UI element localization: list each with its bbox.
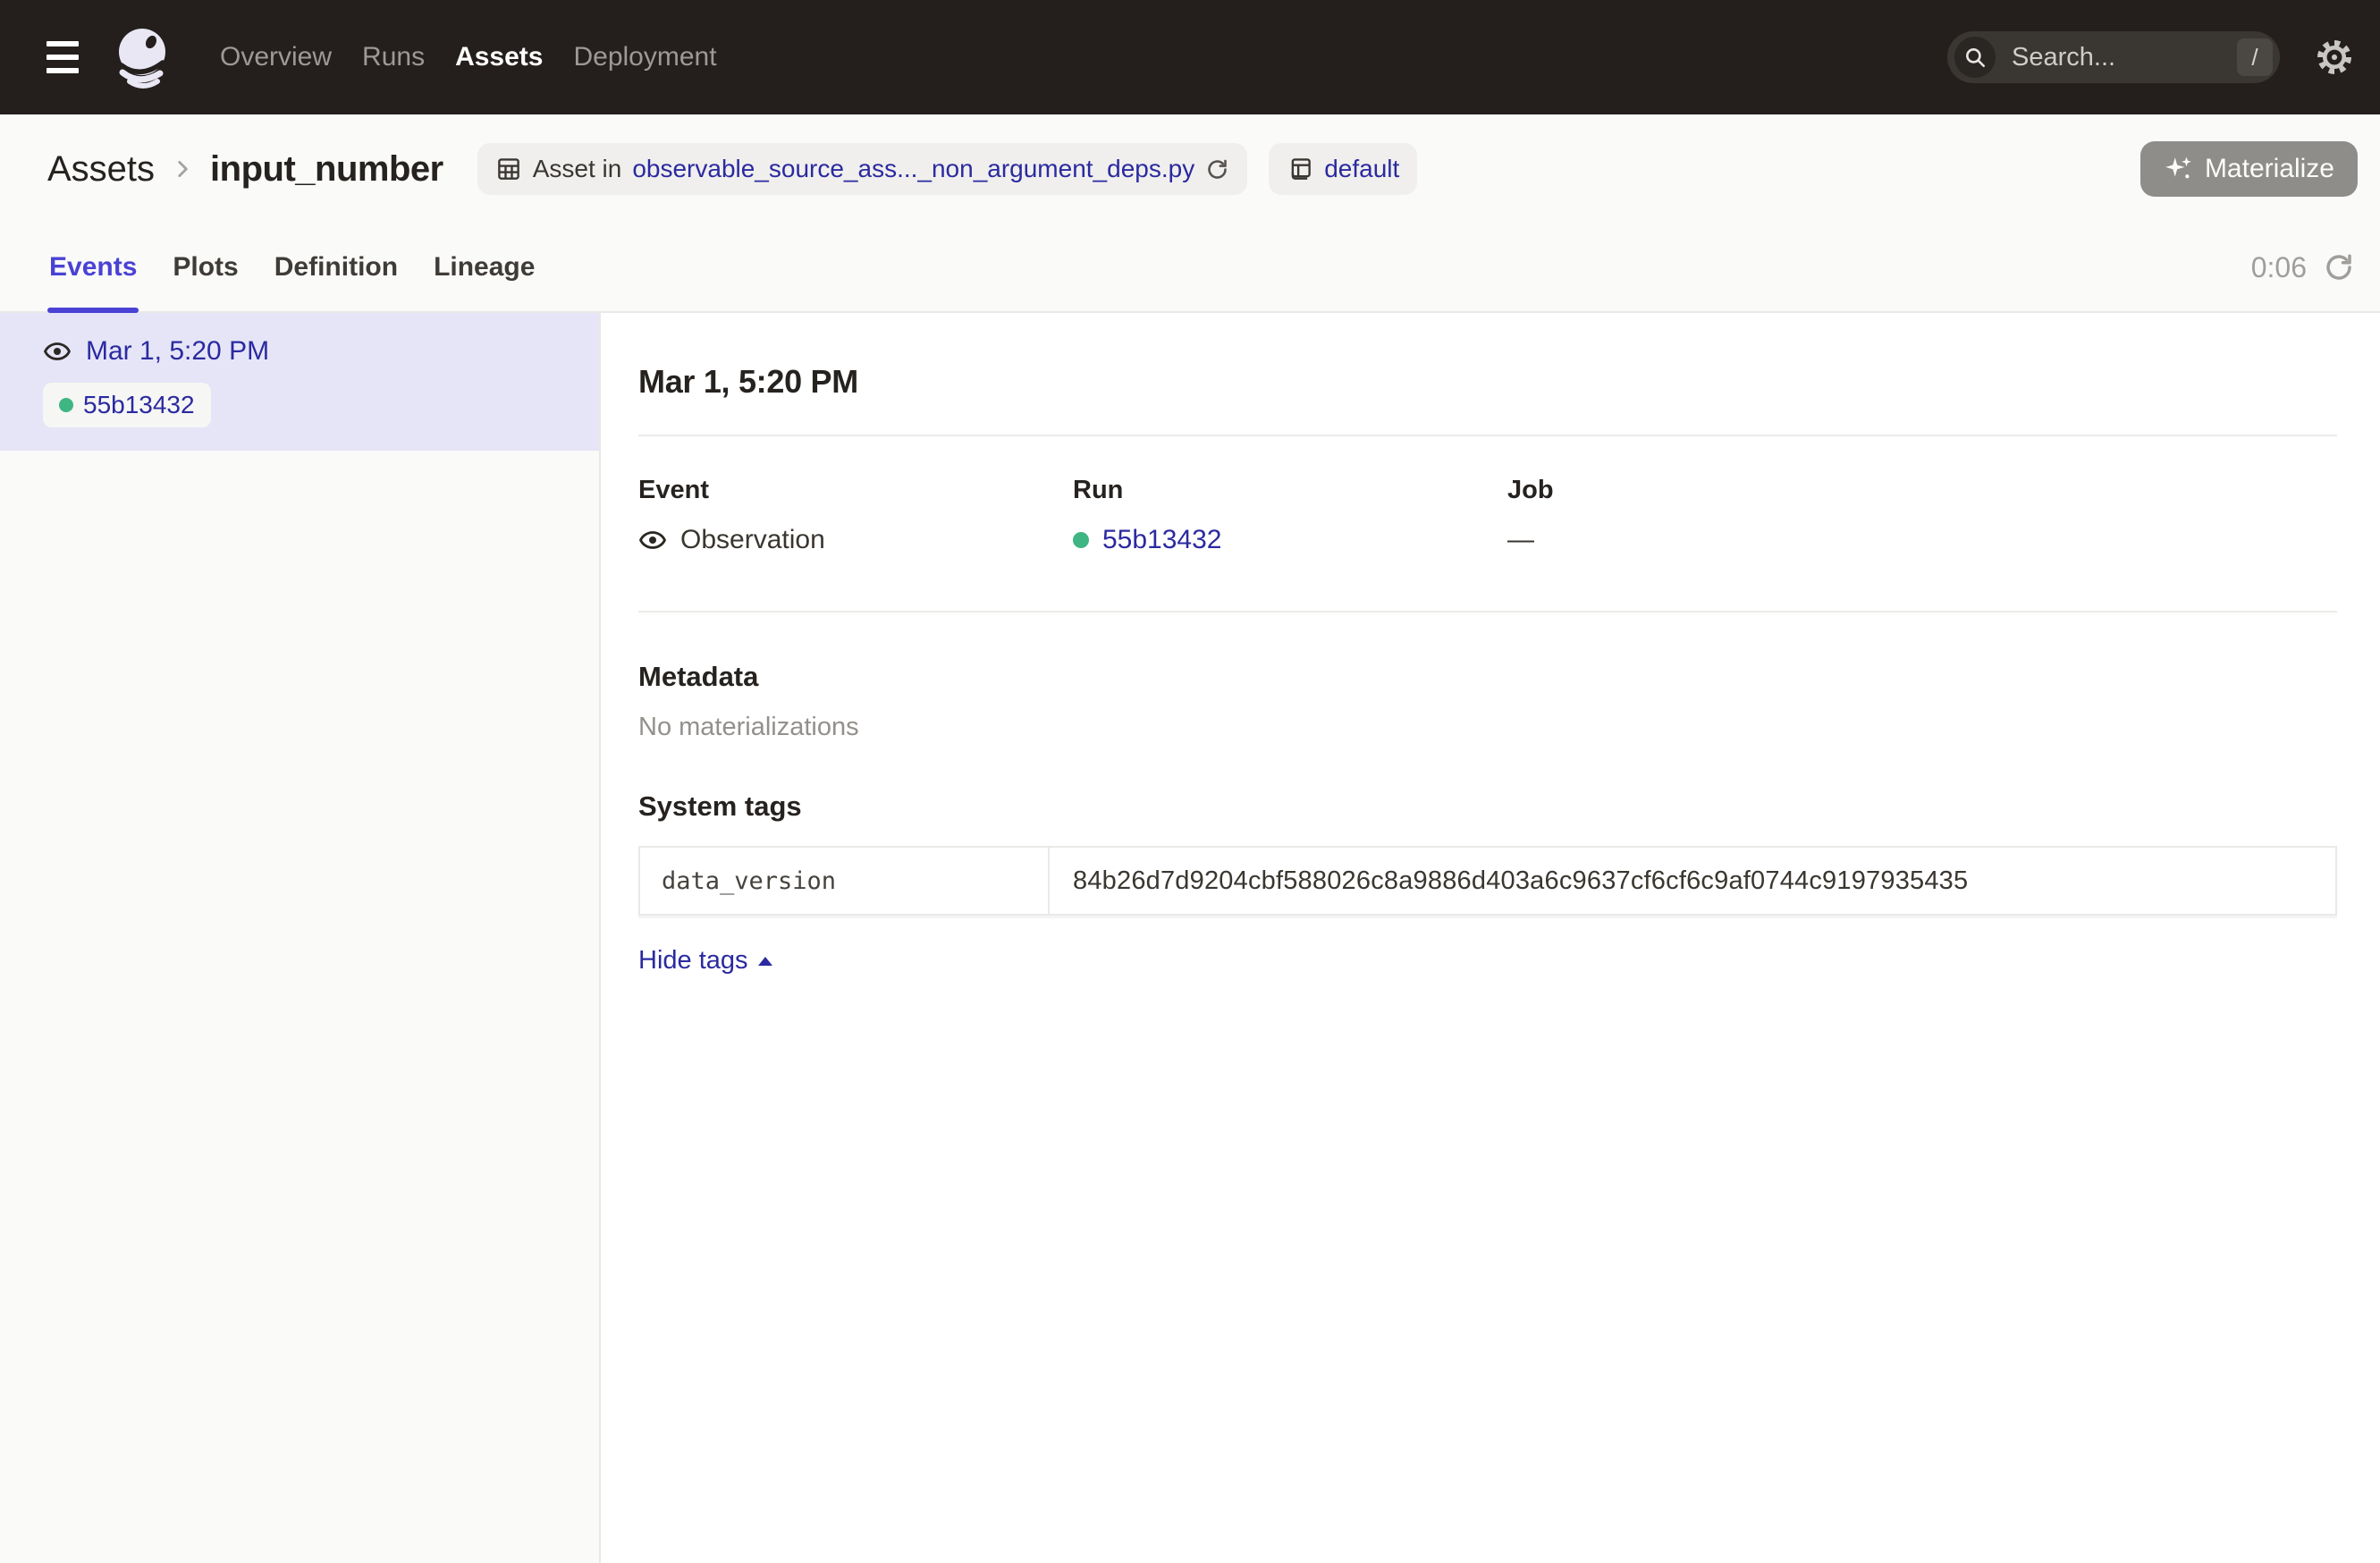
materialize-label: Materialize — [2205, 154, 2334, 184]
sparkle-icon — [2164, 154, 2194, 184]
repo-badge-label: default — [1324, 155, 1399, 183]
menu-icon[interactable] — [46, 41, 79, 73]
event-type-value: Observation — [680, 525, 825, 555]
job-column: Job — — [1507, 476, 1942, 555]
nav-item-overview[interactable]: Overview — [220, 42, 332, 72]
dagster-logo-icon[interactable] — [111, 23, 179, 91]
tab-definition[interactable]: Definition — [273, 224, 400, 311]
repository-icon — [1287, 156, 1313, 182]
gear-icon[interactable] — [2314, 37, 2355, 78]
event-list-item-selected[interactable]: Mar 1, 5:20 PM 55b13432 — [0, 313, 599, 451]
page-title: input_number — [210, 149, 443, 190]
event-summary-row: Event Observation Run — [638, 476, 2337, 555]
divider — [638, 611, 2337, 613]
nav-item-runs[interactable]: Runs — [362, 42, 425, 72]
observation-eye-icon — [43, 337, 72, 366]
search-shortcut-key: / — [2237, 38, 2273, 76]
dagster-app: Overview Runs Assets Deployment / — [0, 0, 2380, 1563]
tag-value-cell: 84b26d7d9204cbf588026c8a9886d403a6c9637c… — [1050, 848, 2335, 914]
search-box[interactable]: / — [1947, 31, 2280, 83]
refresh-icon[interactable] — [2323, 251, 2355, 283]
search-input[interactable] — [2010, 42, 2174, 73]
breadcrumb: Assets input_number — [47, 149, 443, 190]
table-grid-icon — [495, 156, 522, 182]
system-tags-heading: System tags — [638, 790, 2337, 823]
auto-refresh: 0:06 — [2251, 251, 2355, 284]
table-row: data_version 84b26d7d9204cbf588026c8a988… — [640, 848, 2335, 914]
asset-tabs: Events Plots Definition Lineage — [47, 224, 536, 311]
tag-key-cell: data_version — [640, 848, 1050, 914]
system-tags-table: data_version 84b26d7d9204cbf588026c8a988… — [638, 846, 2337, 916]
tabs-row: Events Plots Definition Lineage 0:06 — [0, 224, 2380, 313]
caret-up-icon — [758, 957, 772, 966]
run-id-tag[interactable]: 55b13432 — [43, 383, 211, 427]
nav-links: Overview Runs Assets Deployment — [220, 42, 717, 72]
event-timestamp: Mar 1, 5:20 PM — [86, 336, 269, 367]
nav-item-deployment[interactable]: Deployment — [573, 42, 716, 72]
run-id-label: 55b13432 — [83, 391, 195, 419]
tab-events[interactable]: Events — [47, 224, 139, 311]
event-column: Event Observation — [638, 476, 1073, 555]
code-location-link[interactable]: observable_source_ass..._non_argument_de… — [632, 155, 1194, 183]
job-empty-value: — — [1507, 525, 1534, 555]
metadata-empty-note: No materializations — [638, 713, 2337, 742]
event-list-sidebar: Mar 1, 5:20 PM 55b13432 — [0, 313, 601, 1563]
run-column: Run 55b13432 — [1073, 476, 1507, 555]
hide-tags-label: Hide tags — [638, 946, 748, 976]
tab-plots[interactable]: Plots — [171, 224, 240, 311]
breadcrumb-assets-link[interactable]: Assets — [47, 149, 155, 190]
asset-location-badge: Asset in observable_source_ass..._non_ar… — [477, 143, 1247, 195]
run-column-label: Run — [1073, 476, 1507, 505]
job-column-label: Job — [1507, 476, 1942, 505]
materialize-button[interactable]: Materialize — [2140, 141, 2358, 197]
chevron-right-icon — [171, 157, 194, 181]
observation-eye-icon — [638, 526, 667, 554]
tab-lineage[interactable]: Lineage — [432, 224, 536, 311]
event-detail-pane: Mar 1, 5:20 PM Event Observation — [601, 313, 2380, 1563]
hide-tags-link[interactable]: Hide tags — [638, 946, 772, 976]
event-column-label: Event — [638, 476, 1073, 505]
divider — [638, 435, 2337, 436]
page-header: Assets input_number Asset in observable_… — [0, 114, 2380, 224]
run-status-dot — [59, 398, 73, 412]
metadata-heading: Metadata — [638, 661, 2337, 693]
content-area: Mar 1, 5:20 PM 55b13432 Mar 1, 5:20 PM E… — [0, 313, 2380, 1563]
repo-badge[interactable]: default — [1269, 143, 1417, 195]
nav-item-assets[interactable]: Assets — [455, 42, 543, 72]
refresh-countdown: 0:06 — [2251, 251, 2307, 284]
run-id-link[interactable]: 55b13432 — [1102, 525, 1221, 555]
top-nav: Overview Runs Assets Deployment / — [0, 0, 2380, 114]
run-status-dot — [1073, 532, 1089, 548]
search-icon — [1954, 37, 1996, 78]
event-detail-title: Mar 1, 5:20 PM — [638, 363, 2337, 401]
reload-location-icon[interactable] — [1205, 157, 1229, 182]
asset-location-prefix: Asset in — [533, 155, 622, 183]
